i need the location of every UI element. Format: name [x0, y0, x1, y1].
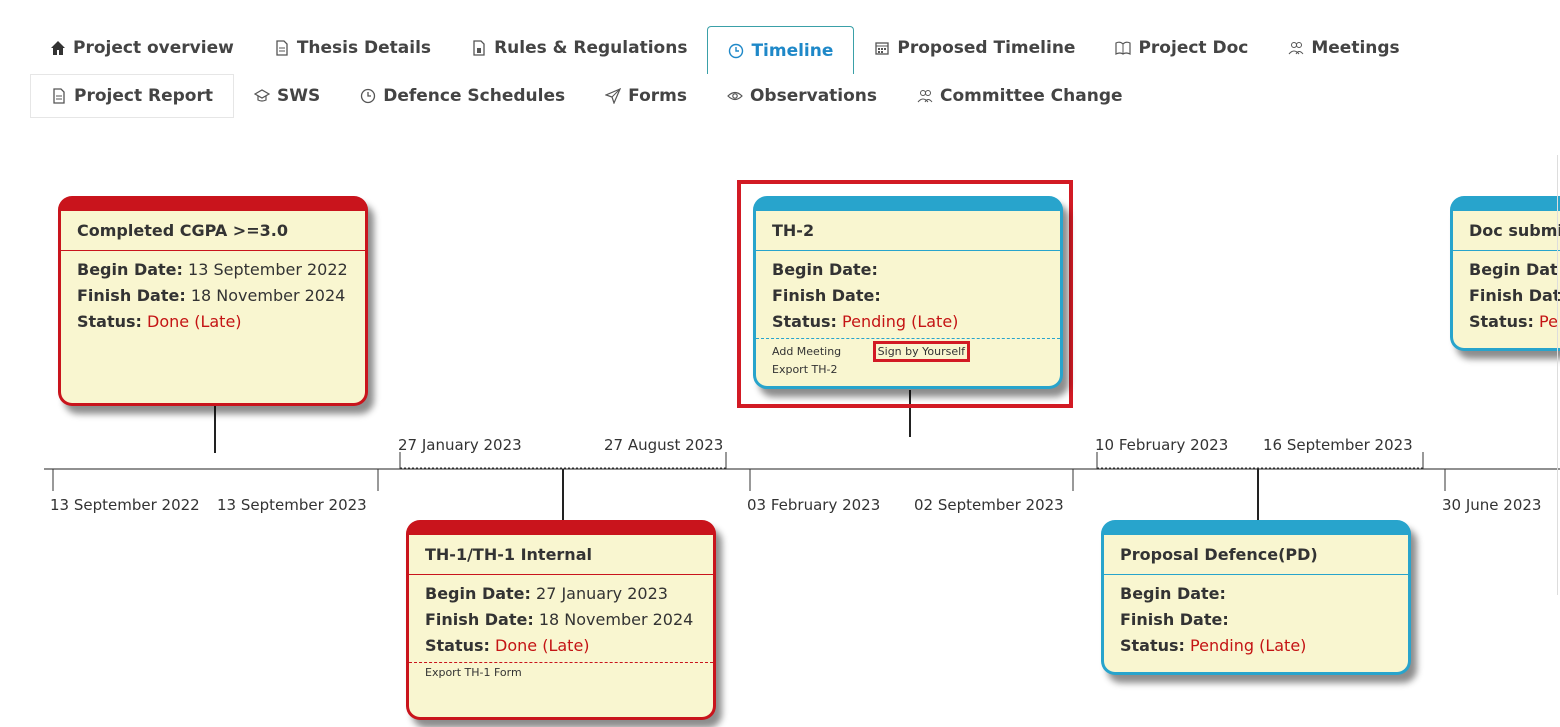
- status-label: Status:: [772, 312, 837, 331]
- begin-date-value: 13 September 2022: [188, 260, 348, 279]
- timeline-date: 27 August 2023: [604, 436, 724, 454]
- card-clip: Doc submi Begin Dat Finish Dat Status: P…: [1448, 190, 1560, 370]
- card-title: TH-2: [756, 211, 1060, 251]
- card-body: Begin Date: 13 September 2022 Finish Dat…: [61, 251, 365, 341]
- card-actions: Add Meeting Sign by Yourself Export TH-2: [756, 338, 1060, 381]
- card-title: Proposal Defence(PD): [1104, 535, 1408, 575]
- card-body: Begin Date: Finish Date: Status: Pending…: [1104, 575, 1408, 665]
- card-body: Begin Dat Finish Dat Status: Pe: [1453, 251, 1560, 341]
- timeline-date: 13 September 2023: [217, 496, 367, 514]
- timeline-date: 30 June 2023: [1442, 496, 1542, 514]
- status-value: Done (Late): [147, 312, 242, 331]
- begin-date-label: Begin Dat: [1469, 260, 1558, 279]
- begin-date-label: Begin Date:: [772, 260, 878, 279]
- timeline-card-th2[interactable]: TH-2 Begin Date: Finish Date: Status: Pe…: [753, 196, 1063, 389]
- finish-date-label: Finish Dat: [1469, 286, 1560, 305]
- card-body: Begin Date: 27 January 2023 Finish Date:…: [409, 575, 713, 662]
- finish-date-label: Finish Date:: [1120, 610, 1229, 629]
- finish-date-label: Finish Date:: [77, 286, 186, 305]
- timeline-card-doc-submission[interactable]: Doc submi Begin Dat Finish Dat Status: P…: [1450, 196, 1560, 351]
- begin-date-label: Begin Date:: [1120, 584, 1226, 603]
- finish-date-value: 18 November 2024: [538, 610, 694, 629]
- export-th1-form-link[interactable]: Export TH-1 Form: [425, 665, 522, 680]
- timeline-date: 13 September 2022: [50, 496, 200, 514]
- timeline-card-proposal-defence[interactable]: Proposal Defence(PD) Begin Date: Finish …: [1101, 520, 1411, 675]
- begin-date-value: 27 January 2023: [536, 584, 668, 603]
- timeline-card-cgpa[interactable]: Completed CGPA >=3.0 Begin Date: 13 Sept…: [58, 196, 368, 406]
- card-body: Begin Date: Finish Date: Status: Pending…: [756, 251, 1060, 338]
- timeline-date: 10 February 2023: [1095, 436, 1229, 454]
- finish-date-label: Finish Date:: [425, 610, 534, 629]
- timeline-date: 02 September 2023: [914, 496, 1064, 514]
- status-label: Status:: [1469, 312, 1534, 331]
- status-label: Status:: [77, 312, 142, 331]
- begin-date-label: Begin Date:: [425, 584, 531, 603]
- timeline-date: 27 January 2023: [398, 436, 522, 454]
- card-title: TH-1/TH-1 Internal: [409, 535, 713, 575]
- begin-date-label: Begin Date:: [77, 260, 183, 279]
- timeline-date: 03 February 2023: [747, 496, 881, 514]
- status-label: Status:: [425, 636, 490, 655]
- status-value: Pending (Late): [1190, 636, 1307, 655]
- status-label: Status:: [1120, 636, 1185, 655]
- finish-date-value: 18 November 2024: [190, 286, 346, 305]
- status-value: Done (Late): [495, 636, 590, 655]
- timeline-date: 16 September 2023: [1263, 436, 1413, 454]
- export-th2-link[interactable]: Export TH-2: [772, 362, 837, 377]
- status-value: Pe: [1539, 312, 1558, 331]
- scroll-edge: [1557, 155, 1558, 595]
- add-meeting-link[interactable]: Add Meeting: [772, 344, 841, 359]
- finish-date-label: Finish Date:: [772, 286, 881, 305]
- card-title: Completed CGPA >=3.0: [61, 211, 365, 251]
- timeline-card-th1[interactable]: TH-1/TH-1 Internal Begin Date: 27 Januar…: [406, 520, 716, 720]
- card-title: Doc submi: [1453, 211, 1560, 251]
- card-actions: Export TH-1 Form: [409, 662, 713, 684]
- sign-by-yourself-link[interactable]: Sign by Yourself: [872, 341, 971, 362]
- status-value: Pending (Late): [842, 312, 959, 331]
